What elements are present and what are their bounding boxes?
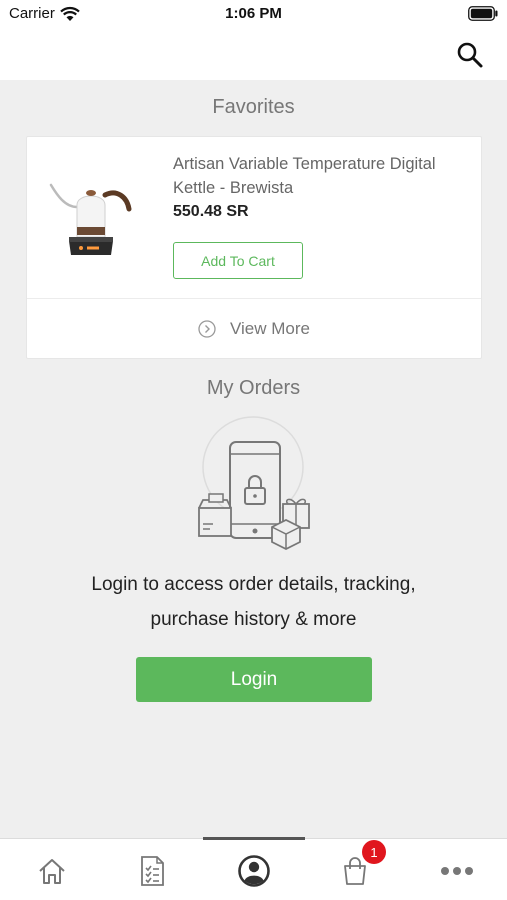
my-orders-title: My Orders bbox=[206, 377, 301, 399]
favorites-title: Favorites bbox=[212, 96, 295, 118]
account-icon bbox=[238, 855, 270, 887]
login-message-line-2: purchase history & more bbox=[150, 609, 357, 630]
tab-orders-list[interactable] bbox=[132, 851, 172, 891]
orders-illustration-icon bbox=[198, 416, 310, 551]
product-name[interactable]: Artisan Variable Temperature Digital Ket… bbox=[173, 152, 473, 200]
search-icon[interactable] bbox=[455, 40, 485, 70]
chevron-right-circle-icon bbox=[198, 320, 216, 338]
view-more-button[interactable]: View More bbox=[27, 299, 481, 359]
tab-bar bbox=[0, 837, 507, 900]
login-message-line-1: Login to access order details, tracking, bbox=[91, 574, 416, 595]
list-icon bbox=[141, 856, 164, 886]
home-icon bbox=[39, 859, 65, 884]
tab-selected-indicator bbox=[203, 837, 305, 840]
add-to-cart-button[interactable]: Add To Cart bbox=[173, 242, 303, 279]
view-more-label: View More bbox=[230, 319, 310, 338]
tab-home[interactable] bbox=[32, 851, 72, 891]
login-message: Login to access order details, tracking,… bbox=[30, 567, 477, 637]
more-icon bbox=[441, 867, 473, 875]
battery-icon bbox=[468, 6, 498, 21]
tab-account[interactable] bbox=[234, 851, 274, 891]
clock: 1:06 PM bbox=[225, 5, 282, 22]
nav-bar bbox=[0, 30, 507, 80]
favorite-product-card: Artisan Variable Temperature Digital Ket… bbox=[26, 136, 482, 359]
product-image[interactable] bbox=[47, 167, 157, 262]
tab-more[interactable] bbox=[437, 851, 477, 891]
login-button[interactable]: Login bbox=[136, 657, 372, 702]
product-price: 550.48 SR bbox=[173, 203, 249, 220]
cart-badge: 1 bbox=[362, 840, 386, 864]
status-bar: Carrier 1:06 PM bbox=[0, 0, 507, 30]
